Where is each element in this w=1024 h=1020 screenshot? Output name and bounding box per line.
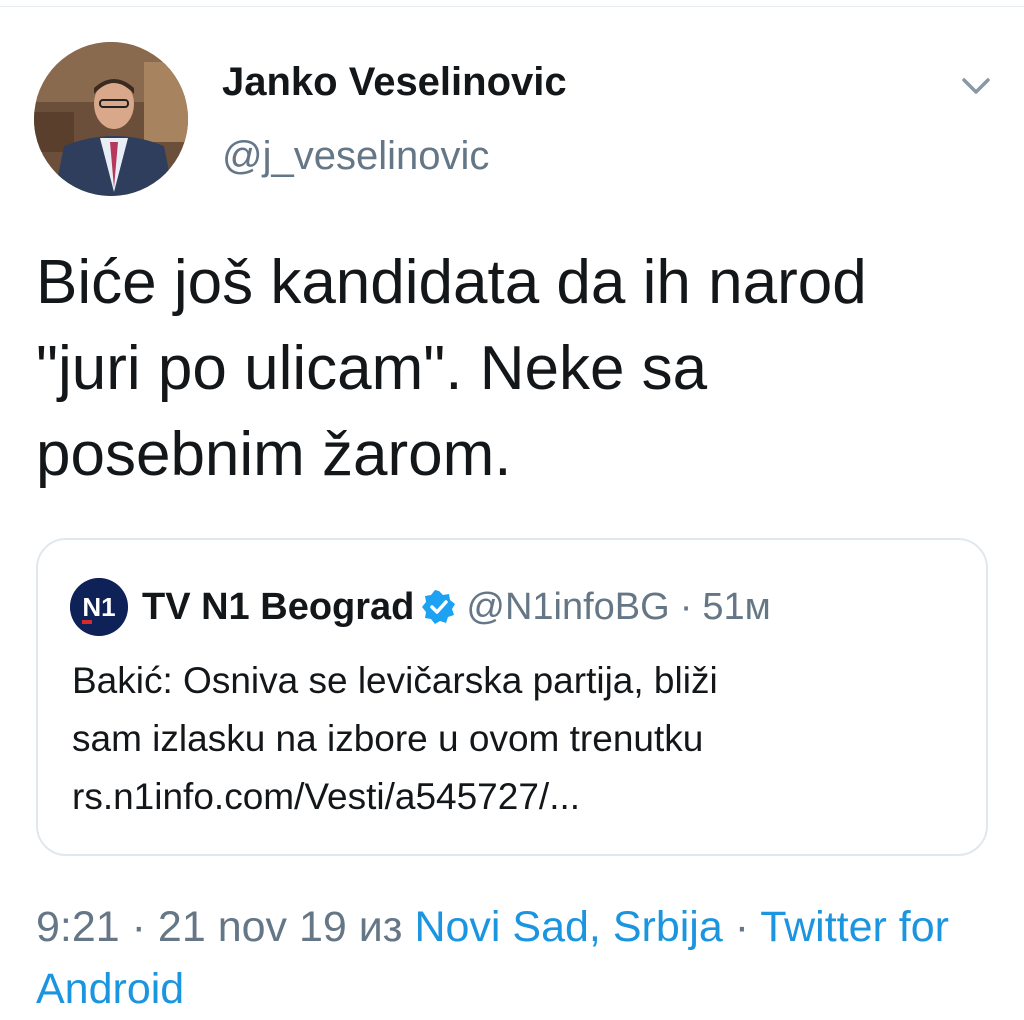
location-link[interactable]: Novi Sad, Srbija (414, 903, 722, 951)
quoted-link[interactable]: rs.n1info.com/Vesti/a545727/... (72, 768, 952, 826)
author-avatar[interactable] (34, 42, 188, 196)
chevron-down-icon[interactable] (956, 66, 996, 106)
author-handle[interactable]: @j_veselinovic (222, 134, 489, 179)
quoted-author-name[interactable]: TV N1 Beograd (142, 586, 414, 629)
top-divider (0, 0, 1024, 7)
author-display-name[interactable]: Janko Veselinovic (222, 60, 567, 105)
quoted-tweet-text: Bakić: Osniva se levičarska partija, bli… (72, 652, 952, 826)
quoted-author-handle[interactable]: @N1infoBG (466, 586, 669, 629)
quoted-tweet-header: TV N1 Beograd @N1infoBG · 51м (142, 578, 771, 636)
meta-separator: · (119, 903, 158, 951)
verified-badge-icon (422, 590, 456, 624)
tweet-text: Biće još kandidata da ih narod "juri po … (36, 248, 867, 489)
tweet-time[interactable]: 9:21 (36, 903, 120, 951)
meta-separator: · (722, 903, 761, 951)
quoted-tweet-time[interactable]: 51м (702, 586, 770, 629)
quoted-text-line: sam izlasku na izbore u ovom trenutku (72, 718, 704, 759)
n1-logo-avatar[interactable]: N1 (70, 578, 128, 636)
svg-text:N1: N1 (82, 592, 115, 622)
quoted-tweet-card[interactable]: N1 TV N1 Beograd @N1infoBG · 51м Bakić: … (36, 538, 988, 856)
from-word: из (346, 903, 415, 951)
tweet-metadata: 9:21 · 21 nov 19 из Novi Sad, Srbija · T… (36, 896, 1006, 1020)
separator-dot: · (679, 585, 693, 628)
avatar-photo (34, 42, 188, 196)
quoted-text-line: Bakić: Osniva se levičarska partija, bli… (72, 660, 718, 701)
tweet-date[interactable]: 21 nov 19 (158, 903, 347, 951)
